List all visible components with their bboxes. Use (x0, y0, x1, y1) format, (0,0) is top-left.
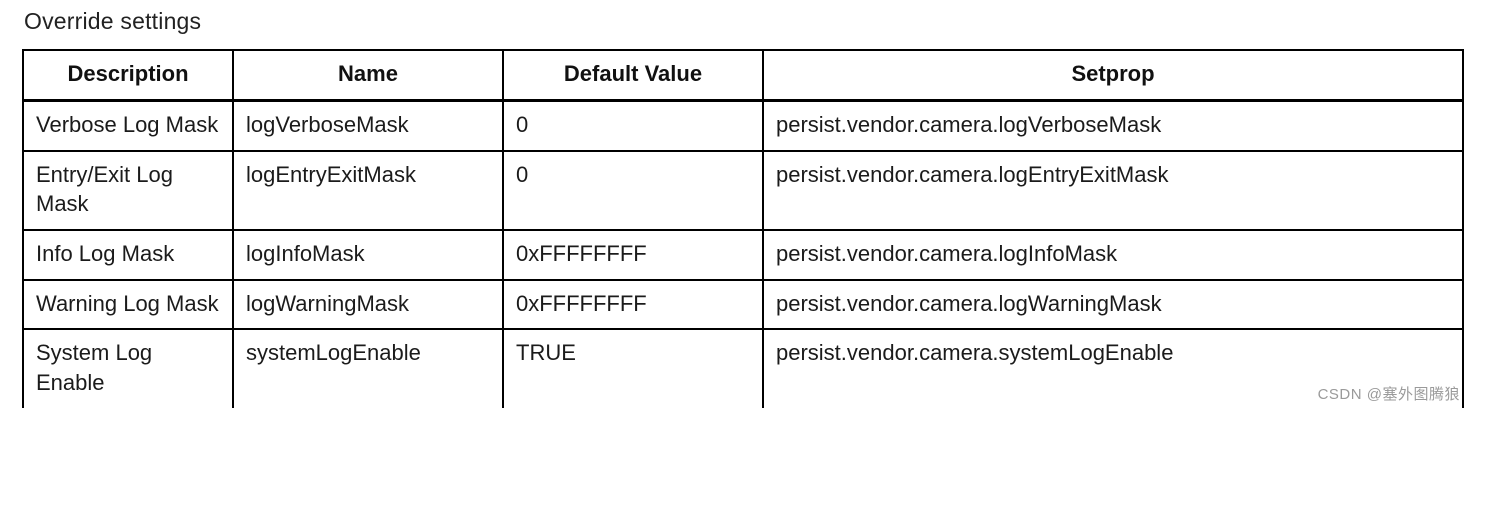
cell-setprop: persist.vendor.camera.systemLogEnable (763, 329, 1463, 407)
cell-name: logInfoMask (233, 230, 503, 280)
table-row: System Log Enable systemLogEnable TRUE p… (23, 329, 1463, 407)
cell-name: logVerboseMask (233, 101, 503, 151)
cell-description: System Log Enable (23, 329, 233, 407)
cell-description: Verbose Log Mask (23, 101, 233, 151)
cell-setprop: persist.vendor.camera.logWarningMask (763, 280, 1463, 330)
table-row: Entry/Exit Log Mask logEntryExitMask 0 p… (23, 151, 1463, 230)
cell-default-value: 0 (503, 101, 763, 151)
cell-description: Info Log Mask (23, 230, 233, 280)
cell-name: logEntryExitMask (233, 151, 503, 230)
table-row: Info Log Mask logInfoMask 0xFFFFFFFF per… (23, 230, 1463, 280)
cell-name: logWarningMask (233, 280, 503, 330)
cell-setprop: persist.vendor.camera.logInfoMask (763, 230, 1463, 280)
cell-default-value: TRUE (503, 329, 763, 407)
cell-description: Warning Log Mask (23, 280, 233, 330)
header-default-value: Default Value (503, 50, 763, 101)
cell-default-value: 0 (503, 151, 763, 230)
table-row: Warning Log Mask logWarningMask 0xFFFFFF… (23, 280, 1463, 330)
table-row: Verbose Log Mask logVerboseMask 0 persis… (23, 101, 1463, 151)
header-description: Description (23, 50, 233, 101)
table-header-row: Description Name Default Value Setprop (23, 50, 1463, 101)
header-name: Name (233, 50, 503, 101)
override-settings-table: Description Name Default Value Setprop V… (22, 49, 1464, 408)
cell-default-value: 0xFFFFFFFF (503, 230, 763, 280)
header-setprop: Setprop (763, 50, 1463, 101)
cell-default-value: 0xFFFFFFFF (503, 280, 763, 330)
cell-setprop: persist.vendor.camera.logVerboseMask (763, 101, 1463, 151)
cell-setprop: persist.vendor.camera.logEntryExitMask (763, 151, 1463, 230)
section-title: Override settings (24, 8, 1464, 35)
cell-name: systemLogEnable (233, 329, 503, 407)
cell-description: Entry/Exit Log Mask (23, 151, 233, 230)
